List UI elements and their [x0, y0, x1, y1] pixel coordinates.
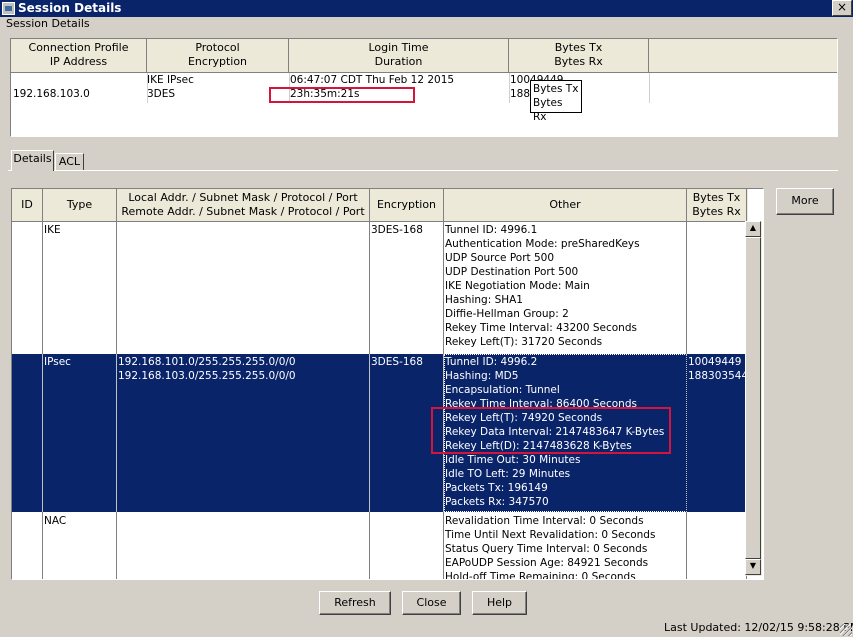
- row-type: IKE: [44, 224, 61, 236]
- section-label: Session Details: [6, 17, 90, 30]
- other-line: Authentication Mode: preSharedKeys: [445, 238, 640, 250]
- details-grid-header: ID Type Local Addr. / Subnet Mask / Prot…: [12, 189, 748, 222]
- ip-address-value: 192.168.103.0: [13, 88, 90, 100]
- other-line: Revalidation Time Interval: 0 Seconds: [445, 515, 644, 527]
- refresh-button[interactable]: Refresh: [319, 591, 391, 615]
- header-filler: [649, 39, 837, 73]
- encryption-value: 3DES: [147, 88, 176, 100]
- other-line: Time Until Next Revalidation: 0 Seconds: [445, 529, 656, 541]
- rekey-highlight-box: [431, 407, 671, 454]
- resize-grip-icon[interactable]: [840, 624, 852, 636]
- column-divider: [649, 73, 650, 103]
- scroll-down-icon[interactable]: ▼: [745, 559, 761, 575]
- header-login-time[interactable]: Login Time Duration: [289, 39, 509, 73]
- other-line: Hashing: MD5: [445, 370, 519, 382]
- column-divider: [509, 73, 510, 103]
- details-grid: ID Type Local Addr. / Subnet Mask / Prot…: [11, 188, 764, 580]
- other-line: Status Query Time Interval: 0 Seconds: [445, 543, 648, 555]
- other-line: UDP Destination Port 500: [445, 266, 579, 278]
- col-other[interactable]: Other: [444, 189, 687, 222]
- app-icon: [2, 2, 15, 15]
- other-line: Tunnel ID: 4996.1: [445, 224, 538, 236]
- other-line: Rekey Time Interval: 43200 Seconds: [445, 322, 637, 334]
- other-line: Hold-off Time Remaining: 0 Seconds: [445, 571, 636, 580]
- local-address: 192.168.101.0/255.255.255.0/0/0: [118, 356, 296, 368]
- other-line: Rekey Left(T): 31720 Seconds: [445, 336, 603, 348]
- other-line: Tunnel ID: 4996.2: [445, 356, 538, 368]
- tab-acl[interactable]: ACL: [55, 153, 84, 171]
- other-line: Idle Time Out: 30 Minutes: [445, 454, 581, 466]
- col-addresses[interactable]: Local Addr. / Subnet Mask / Protocol / P…: [117, 189, 370, 222]
- more-button[interactable]: More: [776, 188, 834, 215]
- bytes-rx-value: 188303544: [688, 370, 749, 382]
- close-window-button[interactable]: ×: [832, 0, 852, 16]
- session-summary-table: Connection Profile IP Address Protocol E…: [10, 38, 838, 137]
- bytes-rx-value: 188: [510, 88, 531, 100]
- row-encryption: 3DES-168: [371, 224, 423, 236]
- vertical-scrollbar[interactable]: ▲ ▼: [745, 221, 762, 576]
- duration-highlight-box: [269, 87, 415, 103]
- col-encryption[interactable]: Encryption: [370, 189, 444, 222]
- col-type[interactable]: Type: [43, 189, 117, 222]
- other-line: Encapsulation: Tunnel: [445, 384, 560, 396]
- other-line: Idle TO Left: 29 Minutes: [445, 468, 571, 480]
- other-line: Packets Rx: 347570: [445, 496, 549, 508]
- other-line: EAPoUDP Session Age: 84921 Seconds: [445, 557, 649, 569]
- remote-address: 192.168.103.0/255.255.255.0/0/0: [118, 370, 296, 382]
- close-button[interactable]: Close: [402, 591, 461, 615]
- title-bar: Session Details ×: [0, 0, 853, 17]
- table-row-ike[interactable]: IKE 3DES-168 Tunnel ID: 4996.1 Authentic…: [12, 222, 747, 354]
- header-bytes[interactable]: Bytes Tx Bytes Rx: [509, 39, 649, 73]
- tab-pane-border: [8, 170, 838, 173]
- scroll-thumb[interactable]: [745, 237, 761, 559]
- col-id[interactable]: ID: [12, 189, 43, 222]
- other-line: IKE Negotiation Mode: Main: [445, 280, 590, 292]
- other-line: Packets Tx: 196149: [445, 482, 548, 494]
- other-line: Hashing: SHA1: [445, 294, 523, 306]
- window-title: Session Details: [18, 1, 122, 15]
- scroll-up-icon[interactable]: ▲: [745, 221, 761, 237]
- protocol-value: IKE IPsec: [147, 74, 194, 86]
- last-updated-status: Last Updated: 12/02/15 9:58:28 PM: [664, 621, 853, 634]
- tab-details[interactable]: Details: [11, 150, 54, 171]
- session-summary-header: Connection Profile IP Address Protocol E…: [11, 39, 837, 73]
- header-connection-profile[interactable]: Connection Profile IP Address: [11, 39, 147, 73]
- other-line: Diffie-Hellman Group: 2: [445, 308, 569, 320]
- row-encryption: 3DES-168: [371, 356, 423, 368]
- help-button[interactable]: Help: [472, 591, 527, 615]
- header-protocol[interactable]: Protocol Encryption: [147, 39, 289, 73]
- table-row-nac[interactable]: NAC Revalidation Time Interval: 0 Second…: [12, 512, 747, 580]
- row-type: IPsec: [44, 356, 71, 368]
- bytes-tx-value: 10049449: [688, 356, 742, 368]
- row-type: NAC: [44, 515, 67, 527]
- other-line: UDP Source Port 500: [445, 252, 555, 264]
- bytes-tooltip: Bytes Tx Bytes Rx: [530, 80, 582, 123]
- login-time-value: 06:47:07 CDT Thu Feb 12 2015: [290, 74, 455, 86]
- column-divider: [147, 73, 148, 103]
- col-bytes[interactable]: Bytes Tx Bytes Rx: [687, 189, 747, 222]
